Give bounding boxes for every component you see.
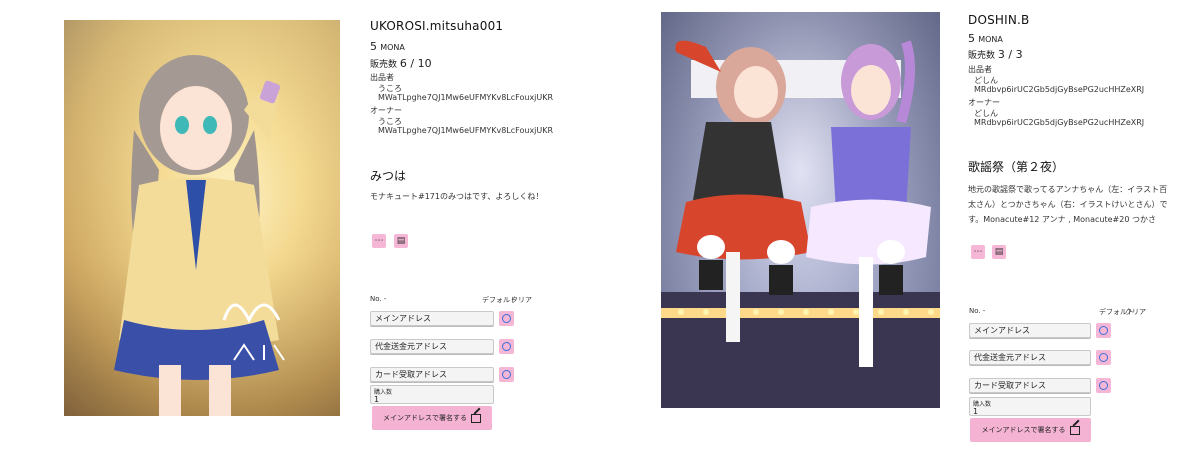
document-icon: ▤ <box>994 247 1004 257</box>
owner-label: オーナー <box>370 106 402 115</box>
quantity-value: 1 <box>973 407 979 416</box>
clear-card-receive-address-button[interactable] <box>1096 378 1111 393</box>
card-title: UKOROSI.mitsuha001 <box>370 19 504 33</box>
payment-address-field[interactable]: 代金送金元アドレス <box>969 350 1091 365</box>
sign-button-label: メインアドレスで署名する <box>383 414 467 422</box>
clear-icon <box>1099 353 1108 362</box>
card-title: DOSHIN.B <box>968 13 1030 27</box>
ellipsis-icon: ⋯ <box>374 236 384 246</box>
sold-value: 6 / 10 <box>399 57 432 70</box>
card-receive-address-field[interactable]: カード受取アドレス <box>969 378 1091 393</box>
sign-button-label: メインアドレスで署名する <box>981 426 1066 434</box>
sold-label: 販売数 <box>370 60 398 70</box>
sign-icon <box>471 413 481 423</box>
quantity-field[interactable]: 購入数 1 <box>370 385 494 404</box>
payment-address-field[interactable]: 代金送金元アドレス <box>370 339 494 354</box>
publisher-label: 出品者 <box>370 73 394 82</box>
description-line: 地元の歌謡祭で歌ってるアンナちゃん（左：イラスト百 <box>968 185 1168 194</box>
sign-button[interactable]: メインアドレスで署名する <box>372 406 492 430</box>
sign-button[interactable]: メインアドレスで署名する <box>970 418 1091 442</box>
clear-icon <box>502 342 511 351</box>
main-address-field[interactable]: メインアドレス <box>969 323 1091 338</box>
clear-label: クリア <box>511 296 532 304</box>
clear-label: クリア <box>1125 308 1146 316</box>
owner-address[interactable]: MWaTLpghe7QJ1Mw6eUFMYKv8LcFouxjUKR <box>378 126 553 135</box>
price-currency: MONA <box>380 43 405 52</box>
price: 5 MONA <box>370 40 405 53</box>
publisher-address[interactable]: MWaTLpghe7QJ1Mw6eUFMYKv8LcFouxjUKR <box>378 93 553 102</box>
card-description: モナキュート#171のみつはです、よろしくね！ <box>370 192 544 201</box>
publisher-address[interactable]: MRdbvp6irUC2Gb5djGyBsePG2ucHHZeXRJ <box>974 85 1144 94</box>
clear-icon <box>1099 381 1108 390</box>
sold-count: 販売数 3 / 3 <box>968 48 1023 61</box>
sign-icon <box>1069 425 1080 435</box>
artwork-illustration <box>114 55 285 416</box>
card-number: No. - <box>969 307 986 315</box>
card-doshin: DOSHIN.B 5 MONA 販売数 3 / 3 出品者 どしん MRdbvp… <box>600 0 1200 454</box>
more-button[interactable]: ⋯ <box>971 245 985 259</box>
card-subtitle: 歌謡祭（第２夜） <box>968 160 1065 174</box>
clear-card-receive-address-button[interactable] <box>499 367 514 382</box>
document-icon: ▤ <box>396 236 406 246</box>
card-receive-address-field[interactable]: カード受取アドレス <box>370 367 494 382</box>
description-line: 太さん）とつかさちゃん（右：イラストけいとさん）で <box>968 200 1168 209</box>
owner-label: オーナー <box>968 98 1000 107</box>
clear-icon <box>1099 326 1108 335</box>
clear-main-address-button[interactable] <box>1096 323 1111 338</box>
card-subtitle: みつは <box>370 169 407 183</box>
price-value: 5 <box>968 32 975 45</box>
description-line: す。Monacute#12 アンナ , Monacute#20 つかさ <box>968 215 1156 224</box>
sold-count: 販売数 6 / 10 <box>370 57 432 70</box>
owner-address[interactable]: MRdbvp6irUC2Gb5djGyBsePG2ucHHZeXRJ <box>974 118 1144 127</box>
ellipsis-icon: ⋯ <box>973 247 983 257</box>
price-currency: MONA <box>978 35 1003 44</box>
card-artwork[interactable] <box>661 12 940 408</box>
main-address-field[interactable]: メインアドレス <box>370 311 494 326</box>
card-number: No. - <box>370 295 387 303</box>
document-button[interactable]: ▤ <box>394 234 408 248</box>
price-value: 5 <box>370 40 377 53</box>
sold-value: 3 / 3 <box>997 48 1023 61</box>
clear-payment-address-button[interactable] <box>499 339 514 354</box>
more-button[interactable]: ⋯ <box>372 234 386 248</box>
price: 5 MONA <box>968 32 1003 45</box>
card-mitsuha: UKOROSI.mitsuha001 5 MONA 販売数 6 / 10 出品者… <box>0 0 600 454</box>
clear-icon <box>502 370 511 379</box>
card-description: 地元の歌謡祭で歌ってるアンナちゃん（左：イラスト百 太さん）とつかさちゃん（右：… <box>968 182 1168 227</box>
publisher-label: 出品者 <box>968 65 992 74</box>
artwork-illustration <box>661 40 940 408</box>
quantity-field[interactable]: 購入数 1 <box>969 397 1091 416</box>
clear-icon <box>502 314 511 323</box>
document-button[interactable]: ▤ <box>992 245 1006 259</box>
card-artwork[interactable] <box>64 20 340 416</box>
quantity-value: 1 <box>374 395 380 404</box>
clear-main-address-button[interactable] <box>499 311 514 326</box>
sold-label: 販売数 <box>968 51 996 61</box>
clear-payment-address-button[interactable] <box>1096 350 1111 365</box>
